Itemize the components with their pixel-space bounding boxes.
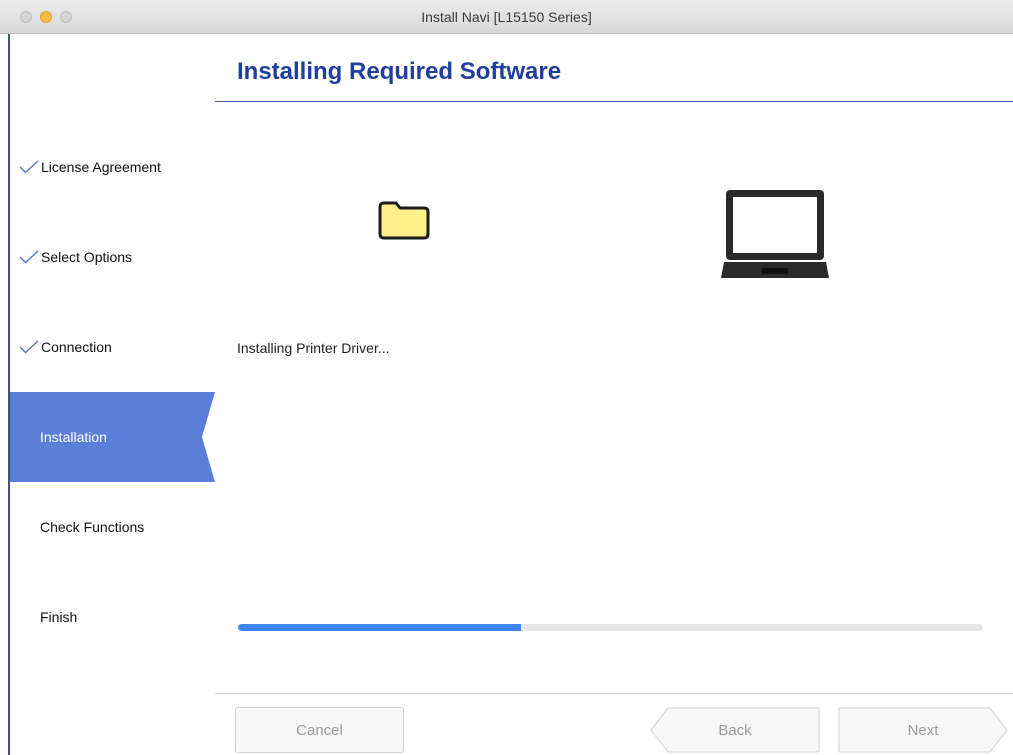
sidebar-step-check-functions: Check Functions [10, 482, 215, 572]
folder-icon [378, 201, 430, 240]
sidebar-steps: License Agreement Select Options Connect… [10, 34, 215, 755]
sidebar-step-finish: Finish [10, 572, 215, 662]
header-divider [215, 101, 1013, 102]
sidebar-step-installation: Installation [10, 392, 215, 482]
next-button[interactable]: Next [838, 707, 1008, 753]
sidebar-step-label: Installation [40, 429, 107, 445]
next-button-label: Next [907, 721, 939, 739]
sidebar-step-connection: Connection [10, 302, 215, 392]
sidebar-step-label: Connection [41, 339, 112, 355]
progress-bar-fill [238, 624, 522, 631]
back-button-label: Back [718, 721, 752, 739]
sidebar-step-label: Finish [40, 609, 78, 625]
checkmark-icon [10, 340, 41, 354]
sidebar-step-select-options: Select Options [10, 212, 215, 302]
cancel-button-label: Cancel [296, 721, 343, 739]
laptop-icon [721, 190, 829, 278]
sidebar-step-license-agreement: License Agreement [10, 122, 215, 212]
installation-progress-bar [238, 624, 983, 631]
back-button[interactable]: Back [650, 707, 820, 753]
sidebar-step-label: License Agreement [41, 159, 161, 175]
footer-divider [215, 693, 1013, 694]
page-title: Installing Required Software [237, 58, 562, 85]
installation-status-text: Installing Printer Driver... [237, 340, 390, 356]
checkmark-icon [10, 160, 41, 174]
sidebar-step-label: Check Functions [40, 519, 145, 535]
window-titlebar: Install Navi [L15150 Series] [0, 0, 1013, 34]
window-title: Install Navi [L15150 Series] [421, 9, 592, 25]
cancel-button[interactable]: Cancel [235, 707, 404, 753]
sidebar-step-label: Select Options [41, 249, 133, 265]
checkmark-icon [10, 250, 41, 264]
